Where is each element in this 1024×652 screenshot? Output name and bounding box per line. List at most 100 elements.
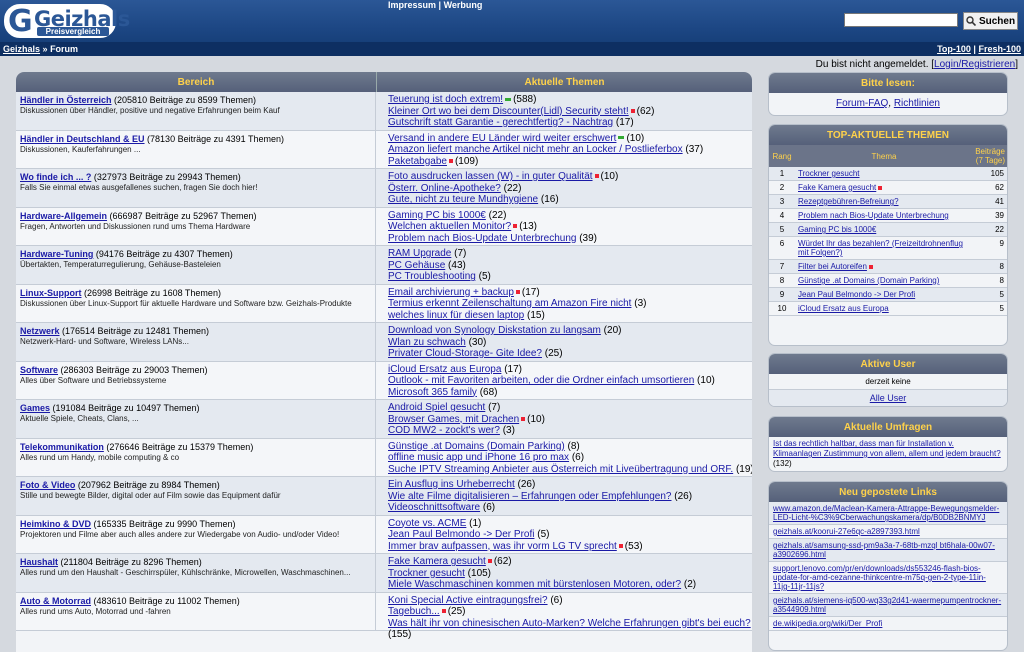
topic-link[interactable]: welches linux für diesen laptop: [388, 310, 524, 321]
forum-name-link[interactable]: Software: [20, 365, 58, 375]
richtlinien-link[interactable]: Richtlinien: [894, 98, 940, 109]
topic-link[interactable]: offline music app und iPhone 16 pro max: [388, 452, 569, 463]
topic-link[interactable]: PC Troubleshooting: [388, 271, 476, 282]
breadcrumb-home[interactable]: Geizhals: [3, 44, 40, 54]
poll-count: (132): [773, 459, 792, 468]
topic-link[interactable]: Immer brav aufpassen, was ihr vorm LG TV…: [388, 541, 617, 552]
login-link[interactable]: Login/Registrieren: [934, 59, 1015, 70]
forum-name-link[interactable]: Heimkino & DVD: [20, 519, 91, 529]
forum-topics: Email archivierung + backup (17) Termius e…: [388, 287, 748, 322]
posted-link[interactable]: de.wikipedia.org/wiki/Der_Profi: [769, 617, 1007, 631]
topic-link[interactable]: PC Gehäuse: [388, 260, 445, 271]
topic-link[interactable]: Was hält ihr von chinesischen Auto-Marke…: [388, 618, 751, 629]
poll-link[interactable]: Ist das rechtlich haltbar, dass man für …: [773, 439, 1001, 458]
topic-link[interactable]: Microsoft 365 family: [388, 387, 477, 398]
topic-link[interactable]: Videoschnittsoftware: [388, 502, 480, 513]
top-topic-link[interactable]: Rezeptgebühren-Befreiung?: [798, 197, 899, 206]
topic-link[interactable]: RAM Upgrade: [388, 248, 451, 259]
topic-link[interactable]: Jean Paul Belmondo -> Der Profi: [388, 529, 534, 540]
top-rank: 7: [769, 259, 795, 274]
topic-link[interactable]: Gute, nicht zu teure Mundhygiene: [388, 194, 538, 205]
column-divider: [375, 169, 376, 207]
topic-link[interactable]: Gutschrift statt Garantie - gerechtferti…: [388, 117, 613, 128]
top-topic-link[interactable]: Günstige .at Domains (Domain Parking): [798, 276, 939, 285]
top-topic-link[interactable]: iCloud Ersatz aus Europa: [798, 304, 889, 313]
topic-count: (109): [454, 155, 479, 167]
topic-link[interactable]: Amazon liefert manche Artikel nicht mehr…: [388, 144, 683, 155]
topic-item: Koni Special Active eintragungsfrei? (6): [388, 595, 748, 607]
topic-link[interactable]: Coyote vs. ACME: [388, 518, 466, 529]
forum-name-link[interactable]: Händler in Österreich: [20, 95, 112, 105]
top100-link[interactable]: Top-100: [937, 44, 971, 54]
topic-link[interactable]: Tagebuch...: [388, 606, 440, 617]
impressum-link[interactable]: Impressum: [388, 0, 436, 10]
aktive-user-title: Aktive User: [769, 354, 1007, 374]
forum-name-link[interactable]: Games: [20, 403, 50, 413]
top-topic-link[interactable]: Fake Kamera gesucht: [798, 183, 876, 192]
forum-description: Aktuelle Spiele, Cheats, Clans, ...: [20, 414, 139, 423]
werbung-link[interactable]: Werbung: [444, 0, 483, 10]
forum-topics: Android Spiel gesucht (7) Browser Games, …: [388, 402, 748, 437]
posted-link[interactable]: geizhals.at/samsung-ssd-pm9a3a-7-68tb-mz…: [769, 539, 1007, 562]
forum-name-link[interactable]: Auto & Motorrad: [20, 596, 91, 606]
topic-link[interactable]: Miele Waschmaschinen kommen mit bürstenl…: [388, 579, 681, 590]
topic-link[interactable]: Kleiner Ort wo bei dem Discounter(Lidl) …: [388, 106, 629, 117]
topic-link[interactable]: Email archivierung + backup: [388, 287, 514, 298]
forum-name-link[interactable]: Netzwerk: [20, 326, 60, 336]
forum-name-link[interactable]: Linux-Support: [20, 288, 82, 298]
forum-name-link[interactable]: Händler in Deutschland & EU: [20, 134, 145, 144]
search-input[interactable]: [844, 13, 958, 27]
topic-link[interactable]: Fake Kamera gesucht: [388, 556, 486, 567]
posted-link[interactable]: geizhals.at/siemens-iq500-wq33g2d41-waer…: [769, 594, 1007, 617]
topic-link[interactable]: Wlan zu schwach: [388, 337, 466, 348]
topic-link[interactable]: Gaming PC bis 1000€: [388, 210, 486, 221]
hot-dot-icon: [594, 174, 599, 179]
forum-name-link[interactable]: Telekommunikation: [20, 442, 104, 452]
forum-name-link[interactable]: Haushalt: [20, 557, 58, 567]
top-topic-link[interactable]: Gaming PC bis 1000€: [798, 225, 876, 234]
column-divider: [375, 207, 376, 245]
topic-link[interactable]: Outlook - mit Favoriten arbeiten, oder d…: [388, 375, 694, 386]
alle-user-link[interactable]: Alle User: [870, 393, 907, 403]
topic-link[interactable]: iCloud Ersatz aus Europa: [388, 364, 501, 375]
fresh100-link[interactable]: Fresh-100: [978, 44, 1021, 54]
topic-link[interactable]: Ein Ausflug ins Urheberrecht: [388, 479, 515, 490]
top-topic-link[interactable]: Jean Paul Belmondo -> Der Profi: [798, 290, 915, 299]
forum-name-link[interactable]: Hardware-Allgemein: [20, 211, 107, 221]
top-row: 7 Filter bei Autoreifen 8: [769, 259, 1007, 274]
search-button[interactable]: Suchen: [963, 12, 1018, 30]
topic-link[interactable]: COD MW2 - zockt's wer?: [388, 425, 500, 436]
topic-link[interactable]: Teuerung ist doch extrem!: [388, 94, 503, 105]
topic-link[interactable]: Günstige .at Domains (Domain Parking): [388, 441, 565, 452]
posted-link[interactable]: support.lenovo.com/pr/en/downloads/ds553…: [769, 562, 1007, 594]
topic-link[interactable]: Privater Cloud-Storage- Gite Idee?: [388, 348, 542, 359]
posted-link[interactable]: geizhals.at/koorui-27e6qc-a2897393.html: [769, 525, 1007, 539]
topic-item: Gaming PC bis 1000€ (22): [388, 210, 748, 222]
geizhals-logo[interactable]: G Geizhals Preisvergleich: [4, 4, 130, 38]
topic-link[interactable]: Browser Games, mit Drachen: [388, 414, 519, 425]
top-topic-link[interactable]: Trockner gesucht: [798, 169, 860, 178]
topic-link[interactable]: Koni Special Active eintragungsfrei?: [388, 595, 548, 606]
forum-name-link[interactable]: Wo finde ich ... ?: [20, 172, 91, 182]
top-topic-link[interactable]: Würdet Ihr das bezahlen? (Freizeitdrohne…: [798, 239, 963, 257]
topic-link[interactable]: Versand in andere EU Länder wird weiter …: [388, 133, 616, 144]
topic-link[interactable]: Österr. Online-Apotheke?: [388, 183, 501, 194]
topic-link[interactable]: Welchen aktuellen Monitor?: [388, 221, 511, 232]
topic-link[interactable]: Foto ausdrucken lassen (W) - in guter Qu…: [388, 171, 593, 182]
top-topic-link[interactable]: Problem nach Bios-Update Unterbrechung: [798, 211, 949, 220]
topic-link[interactable]: Download von Synology Diskstation zu lan…: [388, 325, 601, 336]
topic-link[interactable]: Suche IPTV Streaming Anbieter aus Österr…: [388, 464, 733, 475]
forum-topics: Teuerung ist doch extrem! (588) Kleiner Or…: [388, 94, 748, 129]
topic-link[interactable]: Wie alte Filme digitalisieren – Erfahrun…: [388, 491, 672, 502]
topic-item: Versand in andere EU Länder wird weiter …: [388, 133, 748, 145]
topic-link[interactable]: Termius erkennt Zeilenschaltung am Amazo…: [388, 298, 631, 309]
posted-link[interactable]: www.amazon.de/Maclean-Kamera-Attrappe-Be…: [769, 502, 1007, 525]
topic-link[interactable]: Problem nach Bios-Update Unterbrechung: [388, 233, 576, 244]
top-topic-link[interactable]: Filter bei Autoreifen: [798, 262, 867, 271]
topic-link[interactable]: Trockner gesucht: [388, 568, 465, 579]
topic-link[interactable]: Android Spiel gesucht: [388, 402, 485, 413]
faq-link[interactable]: Forum-FAQ: [836, 98, 888, 109]
forum-name-link[interactable]: Hardware-Tuning: [20, 249, 93, 259]
forum-name-link[interactable]: Foto & Video: [20, 480, 75, 490]
topic-link[interactable]: Paketabgabe: [388, 156, 447, 167]
